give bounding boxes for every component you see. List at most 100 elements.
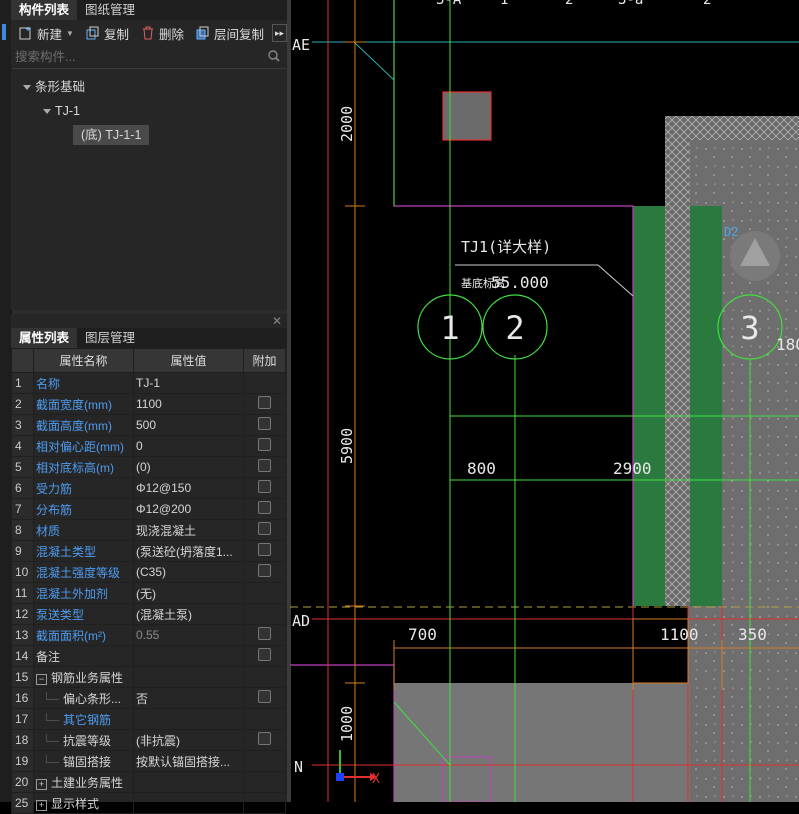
more-button[interactable]: ▸▸ — [271, 24, 288, 42]
property-row[interactable]: 10 混凝土强度等级 (C35) — [11, 561, 286, 583]
property-value[interactable]: TJ-1 — [133, 372, 244, 394]
property-row[interactable]: 15− 钢筋业务属性 — [11, 666, 286, 688]
collapse-icon[interactable]: − — [36, 673, 47, 685]
property-row[interactable]: 20 + 土建业务属性 — [11, 771, 286, 793]
property-row[interactable]: 5 相对底标高(m) (0) — [11, 456, 286, 478]
property-row[interactable]: 18 └─ 抗震等级 (非抗震) — [11, 729, 286, 751]
expand-icon[interactable]: + — [36, 778, 47, 790]
dim-1000: 1000 — [338, 706, 356, 742]
row-number: 16 — [11, 687, 34, 709]
extra-checkbox[interactable] — [258, 459, 271, 472]
property-value[interactable] — [133, 792, 244, 814]
property-extra — [243, 393, 286, 415]
property-value[interactable]: (泵送砼(坍落度1... — [133, 540, 244, 562]
expand-icon[interactable]: + — [36, 799, 47, 811]
tab-component-list[interactable]: 构件列表 — [11, 0, 78, 20]
copy-button[interactable]: 复制 — [82, 22, 133, 44]
property-value[interactable]: (混凝土泵) — [133, 603, 244, 625]
axis-ad-label: AD — [292, 612, 310, 630]
tree-node-tj1[interactable]: TJ-1 — [11, 99, 288, 123]
cad-canvas[interactable]: 123 AE AD N 2000 5900 1000 800 2900 700 … — [290, 0, 799, 802]
row-number: 18 — [11, 729, 34, 751]
extra-checkbox[interactable] — [258, 648, 271, 661]
property-row[interactable]: 2 截面宽度(mm) 1100 — [11, 393, 286, 415]
header-name: 属性名称 — [33, 348, 134, 373]
caret-down-icon[interactable] — [23, 85, 31, 91]
d2-label: D2 — [724, 225, 738, 239]
extra-checkbox[interactable] — [258, 396, 271, 409]
magenta-outline — [393, 0, 634, 606]
property-value[interactable] — [133, 771, 244, 793]
component-list-panel: 构件列表 图纸管理 新建 ▼ 复制 删除 层间复制 ▸▸ 搜索构件... 条形基… — [11, 0, 288, 310]
property-row[interactable]: 7 分布筋 Φ12@200 — [11, 498, 286, 520]
property-row[interactable]: 9 混凝土类型 (泵送砼(坍落度1... — [11, 540, 286, 562]
property-value[interactable]: (C35) — [133, 561, 244, 583]
search-icon[interactable] — [268, 49, 280, 65]
extra-checkbox[interactable] — [258, 417, 271, 430]
property-row[interactable]: 12 泵送类型 (混凝土泵) — [11, 603, 286, 625]
close-icon[interactable]: ✕ — [11, 314, 288, 328]
property-value[interactable]: 1100 — [133, 393, 244, 415]
property-extra — [243, 792, 286, 814]
property-value[interactable] — [133, 708, 244, 730]
tab-property-list[interactable]: 属性列表 — [11, 328, 78, 348]
property-value[interactable] — [133, 645, 244, 667]
property-name: └─ 抗震等级 — [33, 729, 134, 751]
caret-down-icon[interactable] — [43, 109, 51, 115]
property-table: 属性名称 属性值 附加 1 名称 TJ-1 2 截面宽度(mm) 1100 3 截面高度(mm… — [11, 348, 286, 814]
property-extra — [243, 771, 286, 793]
extra-checkbox[interactable] — [258, 522, 271, 535]
delete-button[interactable]: 删除 — [137, 22, 188, 44]
property-row[interactable]: 25 + 显示样式 — [11, 792, 286, 814]
property-row[interactable]: 17 └─ 其它钢筋 — [11, 708, 286, 730]
extra-checkbox[interactable] — [258, 480, 271, 493]
property-value[interactable]: 按默认锚固搭接... — [133, 750, 244, 772]
row-number: 14 — [11, 645, 34, 667]
component-toolbar: 新建 ▼ 复制 删除 层间复制 ▸▸ — [11, 20, 288, 46]
property-value[interactable]: 500 — [133, 414, 244, 436]
property-value[interactable]: 现浇混凝土 — [133, 519, 244, 541]
property-row[interactable]: 16 └─ 偏心条形... 否 — [11, 687, 286, 709]
extra-checkbox[interactable] — [258, 438, 271, 451]
property-row[interactable]: 13 截面面积(m²) 0.55 — [11, 624, 286, 646]
hatch-top — [665, 116, 799, 140]
extra-checkbox[interactable] — [258, 627, 271, 640]
search-input[interactable] — [13, 49, 257, 65]
property-value[interactable]: 0.55 — [133, 624, 244, 646]
header-value: 属性值 — [133, 348, 244, 373]
new-button[interactable]: 新建 ▼ — [15, 22, 78, 44]
hatch-left — [665, 140, 690, 206]
green-strip-right — [690, 206, 722, 606]
tree-node-tj1-1[interactable]: (底) TJ-1-1 — [11, 123, 288, 147]
chevron-down-icon[interactable]: ▼ — [66, 29, 74, 38]
property-row[interactable]: 3 截面高度(mm) 500 — [11, 414, 286, 436]
property-row[interactable]: 4 相对偏心距(mm) 0 — [11, 435, 286, 457]
tab-drawing-manager[interactable]: 图纸管理 — [77, 0, 143, 20]
extra-checkbox[interactable] — [258, 564, 271, 577]
property-row[interactable]: 14 备注 — [11, 645, 286, 667]
property-value[interactable]: (非抗震) — [133, 729, 244, 751]
property-value[interactable]: Φ12@150 — [133, 477, 244, 499]
property-row[interactable]: 6 受力筋 Φ12@150 — [11, 477, 286, 499]
extra-checkbox[interactable] — [258, 501, 271, 514]
property-row[interactable]: 8 材质 现浇混凝土 — [11, 519, 286, 541]
extra-checkbox[interactable] — [258, 690, 271, 703]
property-row[interactable]: 1 名称 TJ-1 — [11, 372, 286, 394]
tree-node-strip-foundation[interactable]: 条形基础 — [11, 75, 288, 99]
property-value[interactable]: (无) — [133, 582, 244, 604]
extra-checkbox[interactable] — [258, 732, 271, 745]
floor-copy-button[interactable]: 层间复制 — [192, 22, 268, 44]
row-number: 15 — [11, 666, 34, 688]
property-value[interactable] — [133, 666, 244, 688]
property-value[interactable]: Φ12@200 — [133, 498, 244, 520]
property-value[interactable]: 否 — [133, 687, 244, 709]
extra-checkbox[interactable] — [258, 543, 271, 556]
floor-copy-label: 层间复制 — [213, 27, 264, 42]
axis-n-label: N — [294, 758, 303, 776]
property-row[interactable]: 11 混凝土外加剂 (无) — [11, 582, 286, 604]
property-row[interactable]: 19 └─ 锚固搭接 按默认锚固搭接... — [11, 750, 286, 772]
property-extra — [243, 477, 286, 499]
tab-layer-manager[interactable]: 图层管理 — [77, 328, 143, 348]
property-value[interactable]: (0) — [133, 456, 244, 478]
property-value[interactable]: 0 — [133, 435, 244, 457]
